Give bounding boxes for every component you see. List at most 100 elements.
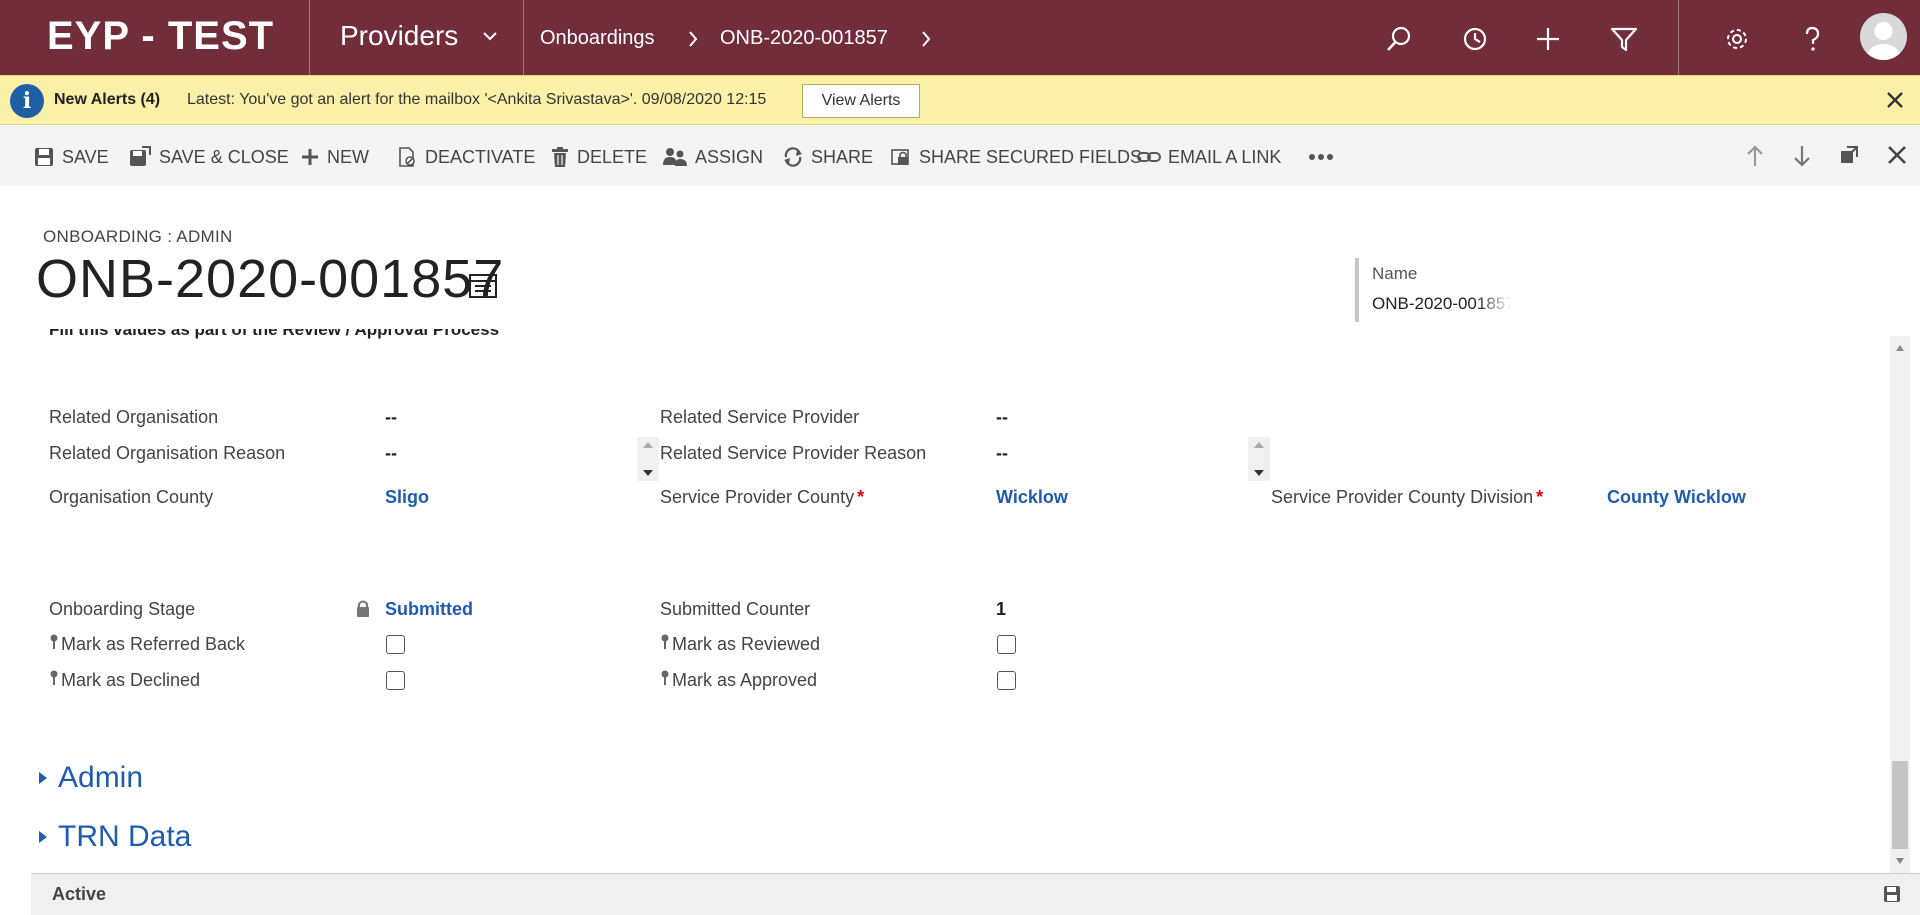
alert-bar: i New Alerts (4) Latest: You've got an a… [0, 75, 1920, 125]
chevron-right-icon[interactable] [920, 30, 932, 48]
organisation-county-label: Organisation County [49, 487, 214, 507]
save-and-close-button[interactable]: SAVE & CLOSE [128, 145, 289, 169]
more-commands-button[interactable] [1308, 145, 1341, 169]
share-secured-label: SHARE SECURED FIELDS [919, 146, 1143, 167]
form-body: Fill this values as part of the Review /… [0, 329, 1888, 873]
mark-reviewed-checkbox[interactable] [997, 635, 1016, 654]
assign-label: ASSIGN [695, 146, 764, 167]
share-label: SHARE [811, 146, 874, 167]
module-selector[interactable]: Providers [340, 20, 458, 52]
mark-declined-text: Mark as Declined [61, 670, 201, 690]
deactivate-label: DEACTIVATE [425, 146, 536, 167]
mark-referred-back-checkbox[interactable] [386, 635, 405, 654]
avatar[interactable] [1860, 13, 1907, 60]
service-provider-county-division-text: Service Provider County Division [1271, 487, 1534, 507]
mark-reviewed-text: Mark as Reviewed [672, 634, 821, 654]
arrow-down-icon[interactable] [1792, 144, 1812, 168]
record-status: Active [52, 884, 107, 904]
key-icon [50, 634, 58, 649]
text-scroll-control[interactable] [637, 437, 659, 481]
form-selector-icon[interactable] [468, 273, 498, 299]
mark-declined-label: Mark as Declined [49, 670, 200, 691]
nav-divider [1678, 0, 1679, 75]
organisation-county-value[interactable]: Sligo [385, 487, 429, 508]
share-icon [784, 147, 802, 167]
status-footer: Active [31, 873, 1920, 915]
mark-approved-text: Mark as Approved [672, 670, 818, 690]
scrollbar-thumb[interactable] [1892, 761, 1908, 849]
service-provider-county-value[interactable]: Wicklow [996, 487, 1068, 508]
plus-icon[interactable] [1533, 24, 1563, 54]
user-avatar-icon [1866, 22, 1901, 60]
gear-icon[interactable] [1722, 24, 1752, 54]
header-name-field: Name ONB-2020-001857 [1355, 258, 1555, 322]
nav-divider [523, 0, 524, 75]
section-trn-data[interactable]: TRN Data [38, 820, 191, 854]
email-link-button[interactable]: EMAIL A LINK [1137, 145, 1281, 169]
header-name-label: Name [1372, 264, 1418, 283]
view-alerts-button[interactable]: View Alerts [802, 84, 920, 118]
more-icon [1309, 154, 1333, 160]
service-provider-county-division-value[interactable]: County Wicklow [1607, 487, 1746, 508]
related-organisation-value[interactable]: -- [385, 407, 397, 428]
assign-icon [663, 148, 687, 166]
assign-button[interactable]: ASSIGN [662, 145, 763, 169]
popout-icon[interactable] [1838, 144, 1860, 166]
delete-label: DELETE [577, 146, 648, 167]
trash-icon [552, 147, 568, 167]
key-icon [661, 670, 669, 685]
scroll-down-icon[interactable] [1895, 857, 1905, 865]
save-icon[interactable] [1883, 885, 1901, 903]
chevron-down-icon[interactable] [482, 30, 498, 42]
save-button[interactable]: SAVE [33, 145, 109, 169]
service-provider-county-label: Service Provider County * [660, 487, 864, 508]
filter-icon[interactable] [1609, 24, 1639, 54]
caret-right-icon [39, 772, 47, 784]
page-title: ONB-2020-001857 [36, 249, 505, 309]
deactivate-icon [399, 147, 415, 167]
section-trn-data-title: TRN Data [58, 820, 192, 853]
scroll-up-icon[interactable] [1895, 344, 1905, 352]
related-organisation-reason-value[interactable]: -- [385, 443, 397, 464]
arrow-up-icon[interactable] [1745, 144, 1765, 168]
entity-form-label[interactable]: ONBOARDING : ADMIN [43, 227, 233, 247]
text-scroll-control[interactable] [1248, 437, 1270, 481]
related-service-provider-reason-label: Related Service Provider Reason [660, 443, 927, 463]
email-link-label: EMAIL A LINK [1168, 146, 1282, 167]
delete-button[interactable]: DELETE [550, 145, 647, 169]
alert-message: Latest: You've got an alert for the mail… [187, 91, 767, 108]
close-icon[interactable] [1884, 89, 1906, 111]
service-provider-county-division-label: Service Provider County Division * [1271, 487, 1543, 508]
new-label: NEW [327, 146, 369, 167]
related-service-provider-value[interactable]: -- [996, 407, 1008, 428]
mark-approved-label: Mark as Approved [660, 670, 817, 691]
recent-icon[interactable] [1460, 24, 1490, 54]
close-icon[interactable] [1886, 144, 1908, 166]
form-scrollbar[interactable] [1890, 336, 1910, 873]
link-icon [1137, 152, 1161, 162]
save-close-label: SAVE & CLOSE [159, 146, 289, 167]
app-brand[interactable]: EYP - TEST [47, 14, 274, 59]
deactivate-button[interactable]: DEACTIVATE [396, 145, 535, 169]
mark-reviewed-label: Mark as Reviewed [660, 634, 820, 655]
save-close-icon [130, 146, 151, 166]
breadcrumb-onboardings[interactable]: Onboardings [540, 27, 655, 50]
mark-approved-checkbox[interactable] [997, 671, 1016, 690]
mark-declined-checkbox[interactable] [386, 671, 405, 690]
help-icon[interactable] [1797, 24, 1827, 54]
header-name-value[interactable]: ONB-2020-001857 [1372, 294, 1512, 314]
chevron-right-icon [689, 31, 698, 47]
new-button[interactable]: NEW [300, 145, 369, 169]
nav-divider [309, 0, 310, 75]
breadcrumb-record[interactable]: ONB-2020-001857 [720, 27, 888, 50]
submitted-counter-value[interactable]: 1 [996, 599, 1006, 620]
share-secured-fields-button[interactable]: SHARE SECURED FIELDS [890, 145, 1142, 169]
section-admin[interactable]: Admin [38, 761, 143, 795]
key-icon [50, 670, 58, 685]
section-admin-title: Admin [58, 761, 144, 794]
share-button[interactable]: SHARE [782, 145, 873, 169]
top-navigation-bar: EYP - TEST Providers Onboardings ONB-202… [0, 0, 1920, 75]
related-service-provider-reason-value[interactable]: -- [996, 443, 1008, 464]
search-icon[interactable] [1384, 24, 1414, 54]
scroll-arrows-icon [1254, 442, 1264, 476]
